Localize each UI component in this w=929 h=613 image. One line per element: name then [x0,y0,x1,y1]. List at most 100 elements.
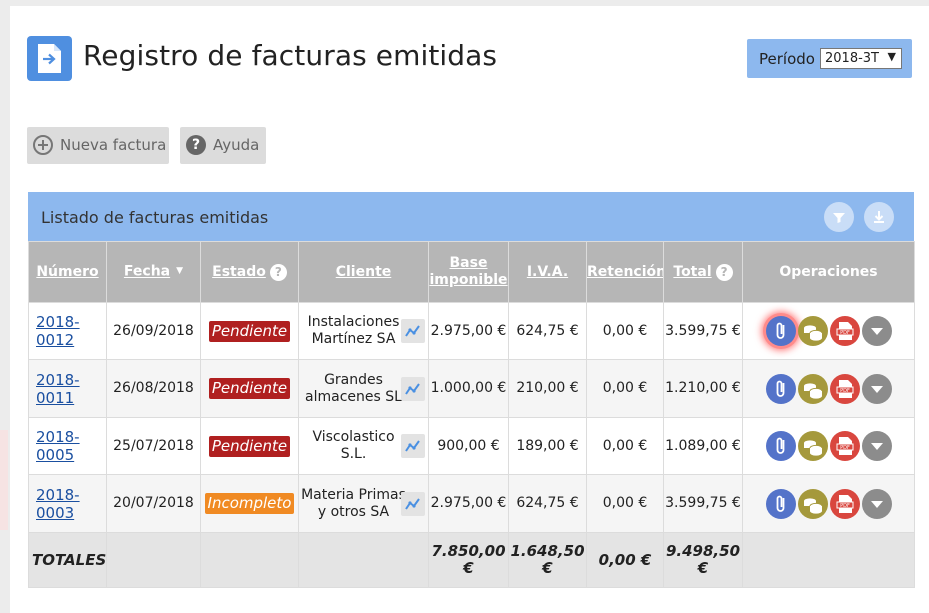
cell-cliente: Grandes almacenes SL [298,359,429,418]
cell-operaciones: PDF [742,302,915,360]
invoice-number-link[interactable]: 2018-0012 [30,313,106,349]
cell-numero: 2018-0012 [28,302,107,360]
cell-operaciones: PDF [742,474,915,533]
more-options-button[interactable] [861,373,892,404]
status-badge: Pendiente [208,320,291,342]
table-header-row: Número Fecha ▼ Estado? Cliente Base impon… [28,241,915,303]
attach-button[interactable] [765,431,796,461]
cell-total: 3.599,75 € [663,474,743,533]
pdf-button[interactable]: PDF [829,488,860,519]
period-select[interactable]: 2018-3T ▼ [820,48,902,69]
col-iva-link[interactable]: I.V.A. [527,264,568,280]
pdf-button[interactable]: PDF [829,373,860,404]
cell-base: 900,00 € [428,417,509,475]
totals-label: TOTALES [28,532,107,588]
client-chart-button[interactable] [401,376,425,401]
col-operaciones: Operaciones [742,241,915,303]
filter-button[interactable] [824,202,854,232]
col-retencion-link[interactable]: Retención [588,264,663,280]
help-label: Ayuda [213,136,260,154]
col-base-link[interactable]: Base imponible [430,255,508,288]
col-cliente[interactable]: Cliente [298,241,429,303]
col-fecha-link[interactable]: Fecha [124,264,170,280]
cell-base: 2.975,00 € [428,474,509,533]
help-button[interactable]: ? Ayuda [180,127,266,164]
col-numero-link[interactable]: Número [36,264,98,280]
col-total[interactable]: Total? [663,241,743,303]
payments-button[interactable] [797,316,828,346]
new-invoice-label: Nueva factura [60,136,167,154]
payments-button[interactable] [797,373,828,404]
main-panel: Registro de facturas emitidas Período 20… [10,6,929,613]
cell-retencion: 0,00 € [586,302,664,360]
question-circle-icon: ? [186,135,206,155]
cell-estado: Pendiente [200,359,299,418]
period-label: Período [759,50,815,68]
invoice-number-link[interactable]: 2018-0011 [30,371,106,407]
status-badge: Pendiente [208,378,291,399]
question-circle-icon[interactable]: ? [715,263,733,281]
svg-text:PDF: PDF [840,445,850,451]
cell-operaciones: PDF [742,417,915,475]
pdf-button[interactable]: PDF [829,316,860,346]
download-button[interactable] [864,202,894,232]
client-chart-button[interactable] [401,319,425,343]
col-iva[interactable]: I.V.A. [508,241,587,303]
status-badge: Incompleto [204,493,295,514]
col-cliente-link[interactable]: Cliente [336,264,392,280]
cell-operaciones: PDF [742,359,915,418]
cell-base: 1.000,00 € [428,359,509,418]
client-wrap: Grandes almacenes SL [300,372,428,406]
list-title: Listado de facturas emitidas [41,208,269,227]
period-selector: Período 2018-3T ▼ [747,39,912,78]
payments-button[interactable] [797,488,828,519]
totals-row: TOTALES 7.850,00 €1.648,50 €0,00 €9.498,5… [28,532,915,588]
cell-cliente: Materia Primas y otros SA [298,474,429,533]
totals-retencion: 0,00 € [586,532,664,588]
col-estado[interactable]: Estado? [200,241,299,303]
invoice-number-link[interactable]: 2018-0005 [30,428,106,464]
col-base[interactable]: Base imponible [428,241,509,303]
download-icon [874,211,884,223]
client-chart-button[interactable] [401,434,425,458]
cell-cliente: Instalaciones Martínez SA [298,302,429,360]
cell-numero: 2018-0005 [28,417,107,475]
cell-iva: 189,00 € [508,417,587,475]
cell-iva: 624,75 € [508,474,587,533]
totals-iva: 1.648,50 € [508,532,587,588]
more-options-button[interactable] [861,316,892,346]
payments-button[interactable] [797,431,828,461]
col-numero[interactable]: Número [28,241,107,303]
cell-iva: 624,75 € [508,302,587,360]
question-circle-icon[interactable]: ? [269,263,287,281]
invoice-number-link[interactable]: 2018-0003 [30,486,106,522]
totals-base: 7.850,00 € [428,532,509,588]
cell-fecha: 26/09/2018 [106,302,201,360]
pdf-button[interactable]: PDF [829,431,860,461]
attach-button[interactable] [765,488,796,519]
cell-base: 2.975,00 € [428,302,509,360]
client-wrap: Materia Primas y otros SA [300,487,428,521]
attach-button[interactable] [765,316,796,346]
more-options-button[interactable] [861,488,892,519]
filter-icon [833,213,845,223]
svg-text:PDF: PDF [840,388,850,394]
svg-text:PDF: PDF [840,330,850,336]
col-retencion[interactable]: Retención [586,241,664,303]
client-wrap: Viscolastico S.L. [300,429,428,463]
sort-down-icon: ▼ [176,266,184,277]
totals-empty [200,532,299,588]
client-wrap: Instalaciones Martínez SA [300,314,428,348]
more-options-button[interactable] [861,431,892,461]
cell-estado: Pendiente [200,417,299,475]
cell-numero: 2018-0011 [28,359,107,418]
col-total-link[interactable]: Total [673,264,711,280]
document-arrow-icon [27,36,72,81]
client-chart-button[interactable] [401,491,425,516]
col-fecha[interactable]: Fecha ▼ [106,241,201,303]
cell-fecha: 25/07/2018 [106,417,201,475]
attach-button[interactable] [765,373,796,404]
col-estado-link[interactable]: Estado [212,264,266,280]
new-invoice-button[interactable]: Nueva factura [27,127,169,164]
cell-total: 3.599,75 € [663,302,743,360]
